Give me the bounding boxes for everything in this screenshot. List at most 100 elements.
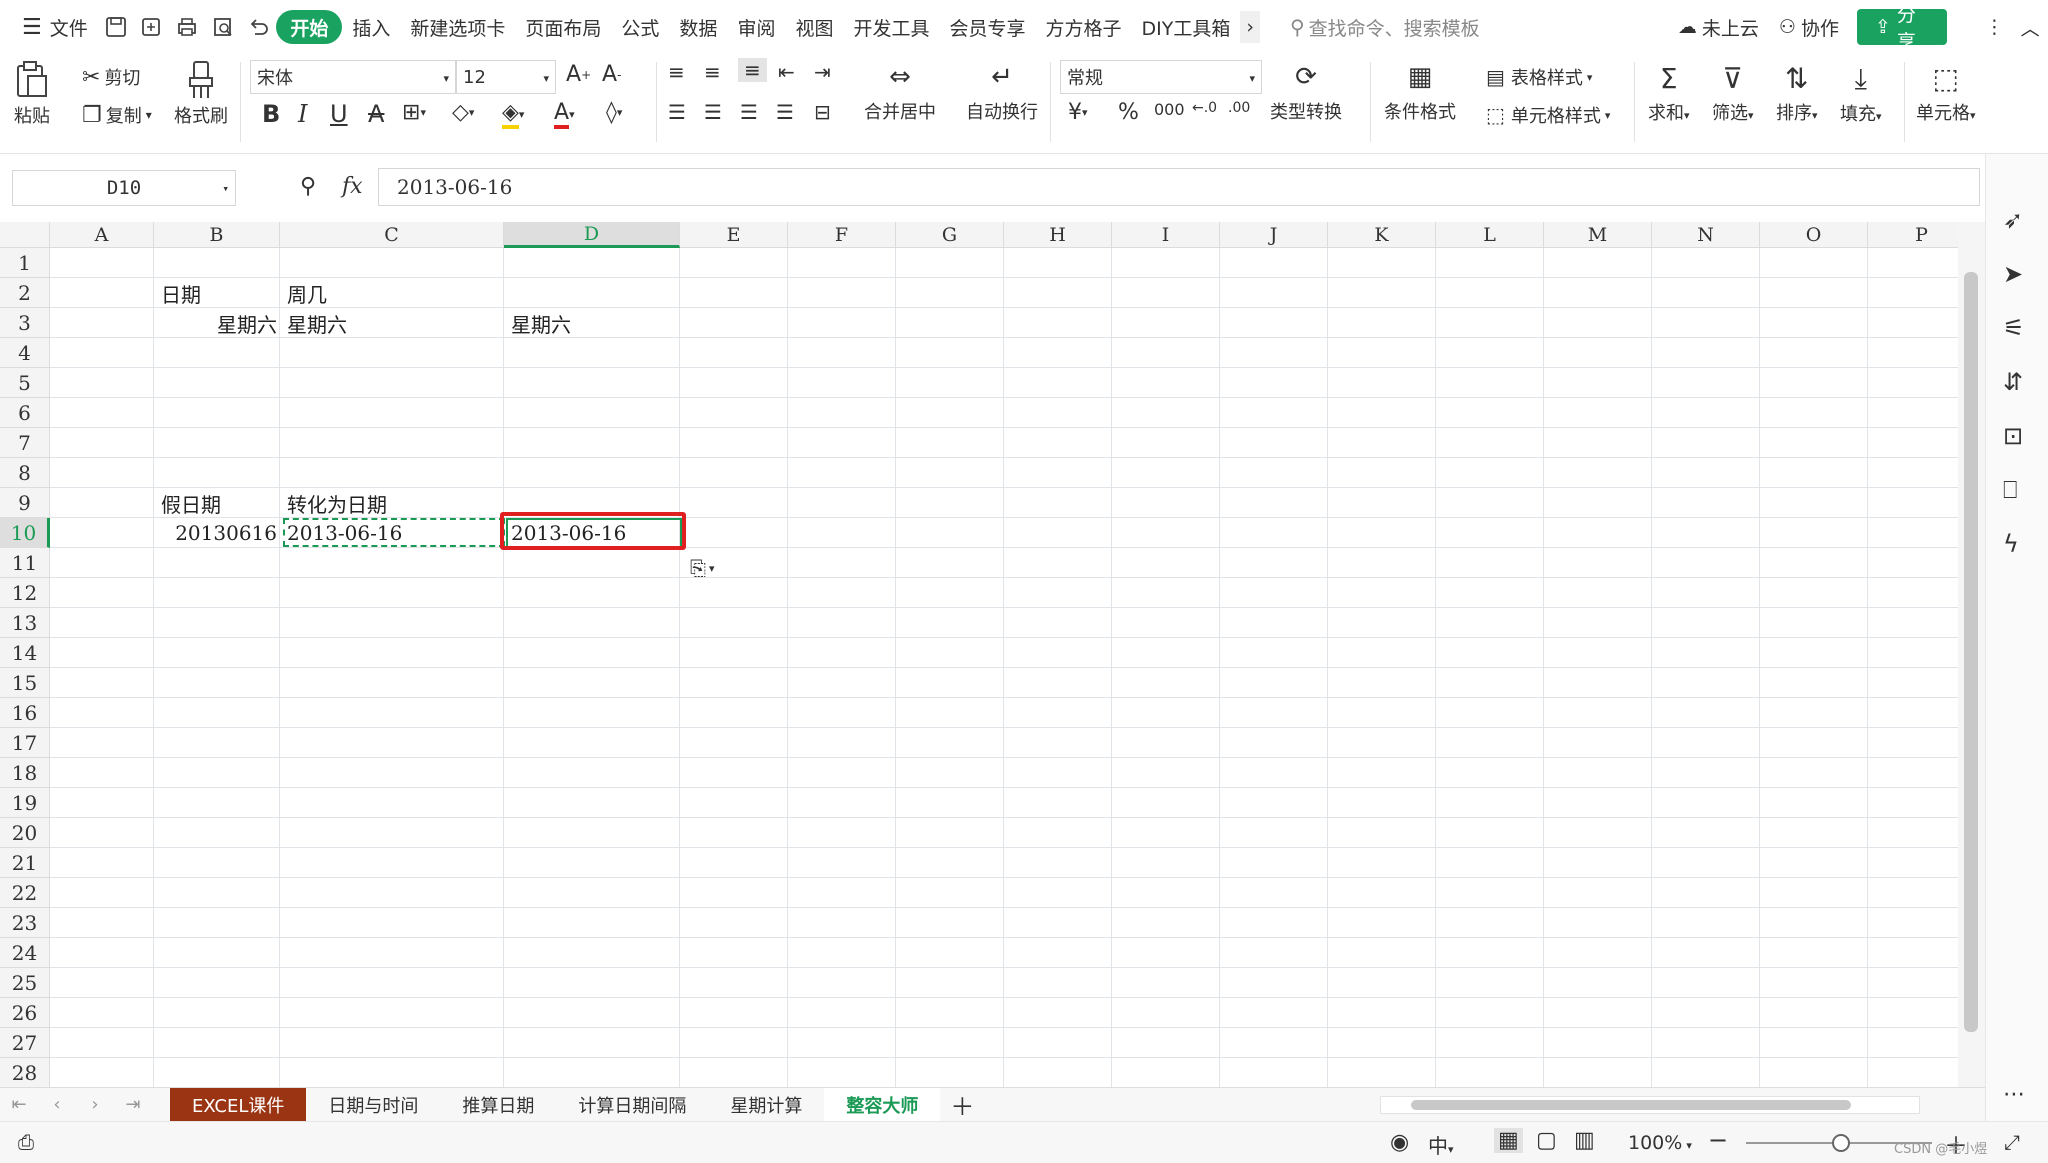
- file-menu[interactable]: ☰ 文件: [0, 7, 98, 47]
- currency-icon[interactable]: ¥ ▾: [1068, 100, 1088, 125]
- menu-tab-data[interactable]: 数据: [669, 7, 727, 47]
- sheet-tab-date-time[interactable]: 日期与时间: [306, 1088, 440, 1122]
- align-left-icon[interactable]: ☰: [668, 100, 686, 124]
- format-painter-button[interactable]: 格式刷: [174, 60, 228, 128]
- conditional-format-button[interactable]: ▦ 条件格式: [1384, 62, 1456, 124]
- zoom-out-icon[interactable]: −: [1708, 1126, 1728, 1154]
- undo-icon[interactable]: [241, 7, 277, 47]
- row-header[interactable]: 16: [0, 698, 50, 728]
- share-button[interactable]: ⇪ 分享: [1856, 4, 1947, 53]
- column-header[interactable]: C: [280, 222, 504, 248]
- zoom-formula-icon[interactable]: ⚲: [300, 174, 316, 199]
- cell-button[interactable]: ⬚ 单元格▾: [1916, 62, 1976, 125]
- sum-button[interactable]: Σ 求和▾: [1648, 62, 1690, 125]
- column-header[interactable]: I: [1112, 222, 1220, 248]
- menu-tab-formulas[interactable]: 公式: [611, 7, 669, 47]
- sheet-tab-weekday[interactable]: 星期计算: [708, 1088, 824, 1122]
- decrease-decimal-icon[interactable]: .00: [1228, 100, 1250, 116]
- print-preview-icon[interactable]: [205, 7, 241, 47]
- align-center-icon[interactable]: ☰: [704, 100, 722, 124]
- column-header[interactable]: G: [896, 222, 1004, 248]
- menu-tab-insert[interactable]: 插入: [342, 7, 400, 47]
- borders-icon[interactable]: ⊞ ▾: [402, 100, 426, 125]
- row-header[interactable]: 12: [0, 578, 50, 608]
- underline-icon[interactable]: U: [330, 100, 348, 128]
- italic-icon[interactable]: I: [298, 100, 307, 128]
- cell-C3[interactable]: 星期六: [282, 308, 506, 338]
- book-icon[interactable]: ⎕: [2003, 476, 2033, 506]
- column-header[interactable]: F: [788, 222, 896, 248]
- row-header[interactable]: 3: [0, 308, 50, 338]
- font-size-select[interactable]: 12 ▾: [456, 60, 556, 94]
- row-header[interactable]: 2: [0, 278, 50, 308]
- column-header[interactable]: N: [1652, 222, 1760, 248]
- row-header[interactable]: 27: [0, 1028, 50, 1058]
- align-bottom-icon[interactable]: ≡: [738, 58, 767, 82]
- column-header[interactable]: D: [504, 222, 680, 248]
- collaborate-button[interactable]: ⚇ 协作: [1769, 7, 1849, 47]
- row-header[interactable]: 18: [0, 758, 50, 788]
- row-header[interactable]: 9: [0, 488, 50, 518]
- cloud-status[interactable]: ☁ 未上云: [1668, 7, 1769, 47]
- paste-options-button[interactable]: ⎘ ▾: [690, 556, 715, 580]
- scroll-thumb[interactable]: [1964, 272, 1978, 1032]
- row-header[interactable]: 26: [0, 998, 50, 1028]
- cell-B3[interactable]: 星期六: [156, 308, 282, 338]
- column-header[interactable]: E: [680, 222, 788, 248]
- strikethrough-icon[interactable]: A: [368, 100, 384, 128]
- sheet-tab-infer-date[interactable]: 推算日期: [440, 1088, 556, 1122]
- rocket-icon[interactable]: ➶: [2003, 206, 2033, 236]
- thousands-icon[interactable]: 000: [1154, 100, 1185, 119]
- cursor-icon[interactable]: ➤: [2003, 260, 2033, 290]
- chart-icon[interactable]: ⊡: [2003, 422, 2033, 452]
- cell-C2[interactable]: 周几: [282, 278, 506, 308]
- table-style-button[interactable]: ▤ 表格样式 ▾: [1486, 64, 1592, 90]
- filter-button[interactable]: ⊽ 筛选▾: [1712, 62, 1754, 125]
- bold-icon[interactable]: B: [262, 100, 280, 128]
- lightning-icon[interactable]: ϟ: [2003, 530, 2033, 560]
- fill-shape-icon[interactable]: ◇ ▾: [452, 100, 474, 125]
- more-icon[interactable]: ⋯: [2003, 1082, 2033, 1112]
- command-search[interactable]: ⚲ 查找命令、搜索模板: [1290, 14, 1558, 41]
- horizontal-scrollbar[interactable]: [1380, 1096, 1920, 1114]
- sheet-tab-active[interactable]: 整容大师: [824, 1087, 941, 1122]
- menu-more-button[interactable]: ›: [1240, 11, 1260, 43]
- menu-tab-fangfang[interactable]: 方方格子: [1036, 7, 1132, 47]
- wrap-text-button[interactable]: ↵ 自动换行: [966, 62, 1038, 124]
- font-color-icon[interactable]: A ▾: [554, 100, 575, 129]
- row-header[interactable]: 17: [0, 728, 50, 758]
- fill-color-icon[interactable]: ◈ ▾: [502, 100, 524, 129]
- row-header[interactable]: 14: [0, 638, 50, 668]
- number-format-select[interactable]: 常规 ▾: [1060, 60, 1262, 94]
- menu-tab-member[interactable]: 会员专享: [939, 7, 1035, 47]
- row-header[interactable]: 4: [0, 338, 50, 368]
- column-header[interactable]: J: [1220, 222, 1328, 248]
- row-header[interactable]: 6: [0, 398, 50, 428]
- sheet-tab-date-interval[interactable]: 计算日期间隔: [556, 1088, 708, 1122]
- row-header[interactable]: 23: [0, 908, 50, 938]
- sheet-tab-excel[interactable]: EXCEL课件: [170, 1087, 307, 1122]
- cell-B9[interactable]: 假日期: [156, 488, 282, 518]
- eraser-icon[interactable]: ◊ ▾: [606, 100, 622, 125]
- cut-button[interactable]: ✂ 剪切: [82, 64, 140, 90]
- menu-tab-diy-toolbox[interactable]: DIY工具箱: [1132, 7, 1241, 47]
- merge-center-button[interactable]: ⇔ 合并居中: [864, 62, 936, 124]
- language-icon[interactable]: 中▾: [1428, 1130, 1454, 1159]
- row-header[interactable]: 7: [0, 428, 50, 458]
- row-header[interactable]: 11: [0, 548, 50, 578]
- export-icon[interactable]: [133, 7, 169, 47]
- prev-sheet-icon[interactable]: ‹: [38, 1094, 76, 1115]
- normal-view-icon[interactable]: ▦: [1494, 1128, 1523, 1153]
- menu-tab-developer[interactable]: 开发工具: [843, 7, 939, 47]
- fill-button[interactable]: ⤓ 填充▾: [1840, 62, 1882, 126]
- increase-indent-icon[interactable]: ⇥: [814, 60, 831, 84]
- formula-input[interactable]: 2013-06-16: [378, 168, 1980, 206]
- transpose-icon[interactable]: ⇵: [2003, 368, 2033, 398]
- copy-button[interactable]: ❐ 复制 ▾: [82, 102, 152, 128]
- select-all-corner[interactable]: [0, 222, 50, 248]
- increase-font-icon[interactable]: A +: [566, 62, 591, 87]
- column-header[interactable]: A: [50, 222, 154, 248]
- percent-icon[interactable]: %: [1118, 100, 1139, 125]
- column-header[interactable]: H: [1004, 222, 1112, 248]
- cell-D3[interactable]: 星期六: [506, 308, 682, 338]
